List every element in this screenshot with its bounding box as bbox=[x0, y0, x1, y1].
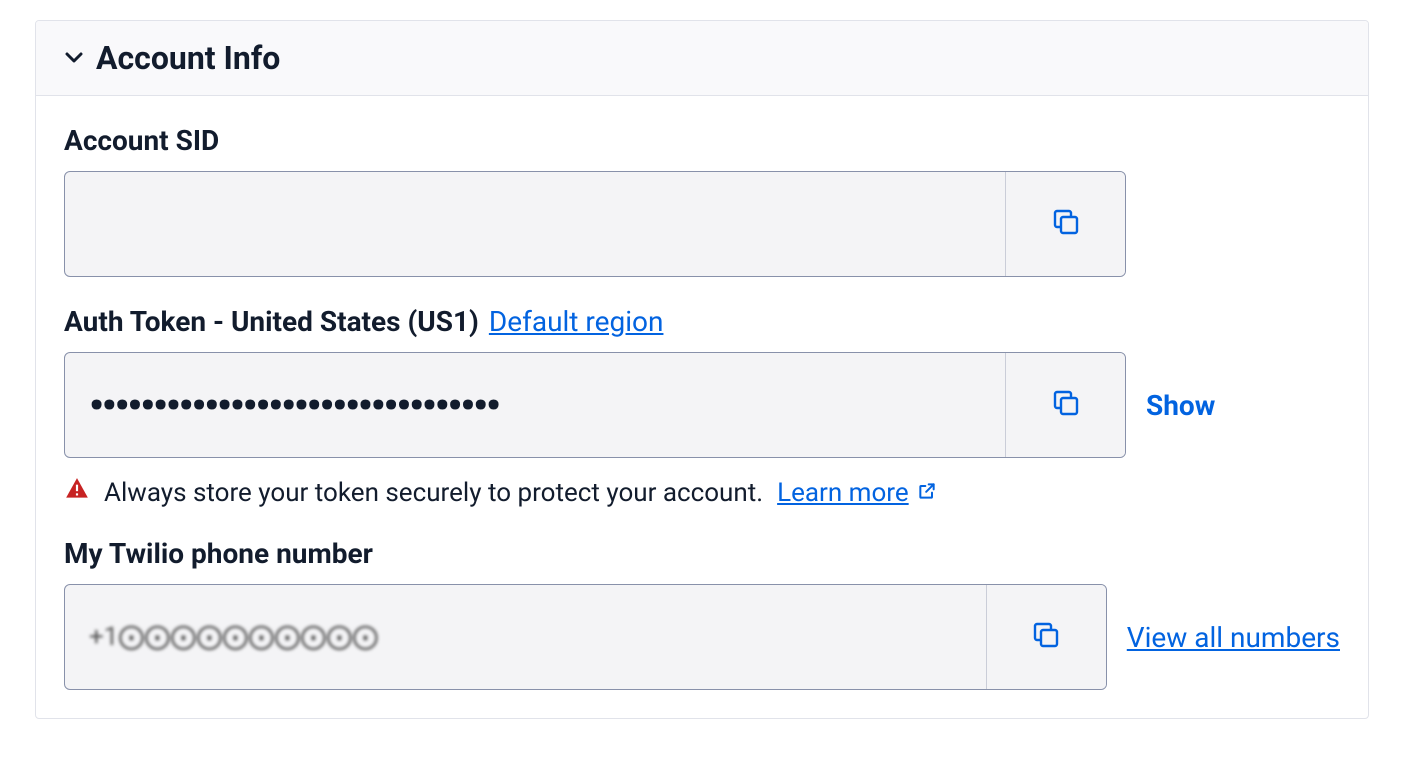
learn-more-link[interactable]: Learn more bbox=[777, 478, 937, 508]
phone-number-input-box: +1⨀⨀⨀⨀⨀⨀⨀⨀⨀⨀ bbox=[64, 584, 1107, 690]
warning-text: Always store your token securely to prot… bbox=[104, 478, 763, 508]
phone-number-group: My Twilio phone number +1⨀⨀⨀⨀⨀⨀⨀⨀⨀⨀ View… bbox=[64, 537, 1340, 690]
copy-icon bbox=[1050, 206, 1082, 242]
auth-token-label-text: Auth Token - United States (US1) bbox=[64, 305, 479, 338]
warning-icon bbox=[64, 476, 90, 509]
account-sid-value[interactable] bbox=[65, 172, 1005, 276]
default-region-link[interactable]: Default region bbox=[489, 305, 664, 338]
panel-body: Account SID Au bbox=[36, 96, 1368, 718]
copy-auth-token-button[interactable] bbox=[1005, 353, 1125, 457]
copy-phone-button[interactable] bbox=[986, 585, 1106, 689]
view-all-numbers-link[interactable]: View all numbers bbox=[1127, 621, 1340, 654]
phone-number-value[interactable]: +1⨀⨀⨀⨀⨀⨀⨀⨀⨀⨀ bbox=[65, 585, 986, 689]
auth-token-value[interactable]: •••••••••••••••••••••••••••••••• bbox=[65, 353, 1005, 457]
account-sid-input-box bbox=[64, 171, 1126, 277]
panel-title: Account Info bbox=[96, 39, 280, 77]
external-link-icon bbox=[917, 478, 937, 508]
account-info-header[interactable]: Account Info bbox=[36, 21, 1368, 96]
account-sid-label: Account SID bbox=[64, 124, 1340, 157]
show-token-button[interactable]: Show bbox=[1146, 389, 1215, 422]
auth-token-label: Auth Token - United States (US1) Default… bbox=[64, 305, 1340, 338]
account-sid-group: Account SID bbox=[64, 124, 1340, 277]
chevron-down-icon bbox=[64, 48, 84, 68]
phone-number-label: My Twilio phone number bbox=[64, 537, 1340, 570]
copy-icon bbox=[1050, 387, 1082, 423]
auth-token-group: Auth Token - United States (US1) Default… bbox=[64, 305, 1340, 509]
account-info-panel: Account Info Account SID bbox=[35, 20, 1369, 719]
auth-token-warning: Always store your token securely to prot… bbox=[64, 476, 1340, 509]
learn-more-text: Learn more bbox=[777, 478, 909, 508]
copy-account-sid-button[interactable] bbox=[1005, 172, 1125, 276]
auth-token-input-box: •••••••••••••••••••••••••••••••• bbox=[64, 352, 1126, 458]
copy-icon bbox=[1030, 619, 1062, 655]
